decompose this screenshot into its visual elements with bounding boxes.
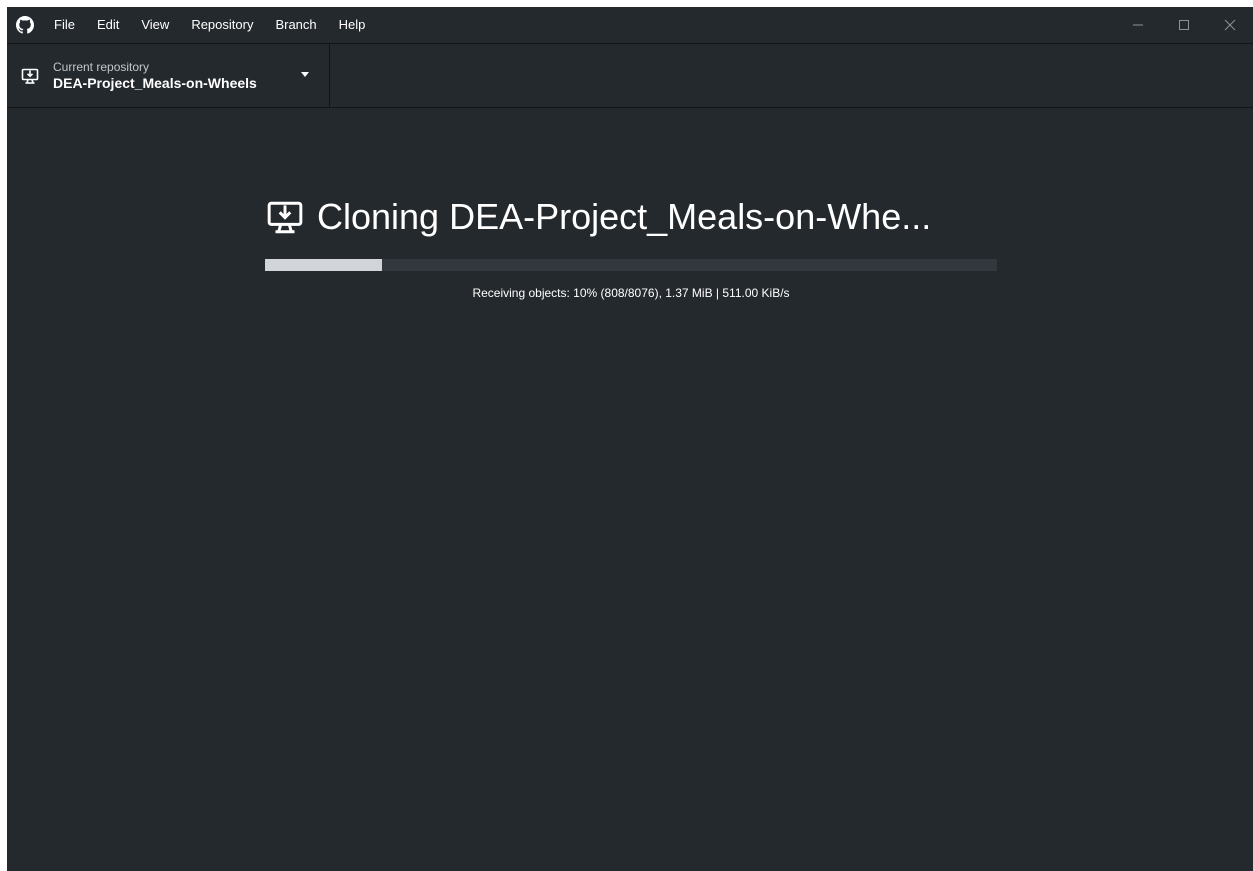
clone-progress-bar — [265, 259, 997, 271]
menu-file[interactable]: File — [43, 7, 86, 43]
maximize-icon — [1179, 20, 1189, 30]
menu-branch[interactable]: Branch — [264, 7, 327, 43]
minimize-button[interactable] — [1115, 7, 1161, 43]
clone-desktop-icon — [265, 196, 305, 238]
app-window: File Edit View Repository Branch Help Cu… — [7, 7, 1253, 871]
title-bar: File Edit View Repository Branch Help — [7, 7, 1253, 43]
menu-bar: File Edit View Repository Branch Help — [43, 7, 376, 43]
caret-down-icon — [301, 72, 309, 77]
close-button[interactable] — [1207, 7, 1253, 43]
menu-repository[interactable]: Repository — [180, 7, 264, 43]
cloning-title-text: Cloning DEA-Project_Meals-on-Whe... — [317, 196, 932, 237]
menu-view[interactable]: View — [130, 7, 180, 43]
clone-progress-status: Receiving objects: 10% (808/8076), 1.37 … — [472, 286, 790, 300]
clone-desktop-icon — [19, 65, 41, 87]
clone-progress-fill — [265, 259, 383, 271]
minimize-icon — [1133, 24, 1143, 26]
cloning-panel: Cloning DEA-Project_Meals-on-Whe... Rece… — [265, 192, 997, 300]
current-repository-label: Current repository — [53, 60, 150, 74]
menu-help[interactable]: Help — [328, 7, 377, 43]
current-repository-button[interactable]: Current repository DEA-Project_Meals-on-… — [7, 44, 330, 108]
current-repository-name: DEA-Project_Meals-on-Wheels — [53, 75, 257, 91]
cloning-title: Cloning DEA-Project_Meals-on-Whe... — [265, 192, 997, 242]
repo-text: Current repository DEA-Project_Meals-on-… — [53, 60, 257, 92]
close-icon — [1224, 19, 1236, 31]
toolbar: Current repository DEA-Project_Meals-on-… — [7, 43, 1253, 108]
window-controls — [1115, 7, 1253, 43]
github-icon — [7, 7, 43, 43]
menu-edit[interactable]: Edit — [86, 7, 130, 43]
maximize-button[interactable] — [1161, 7, 1207, 43]
